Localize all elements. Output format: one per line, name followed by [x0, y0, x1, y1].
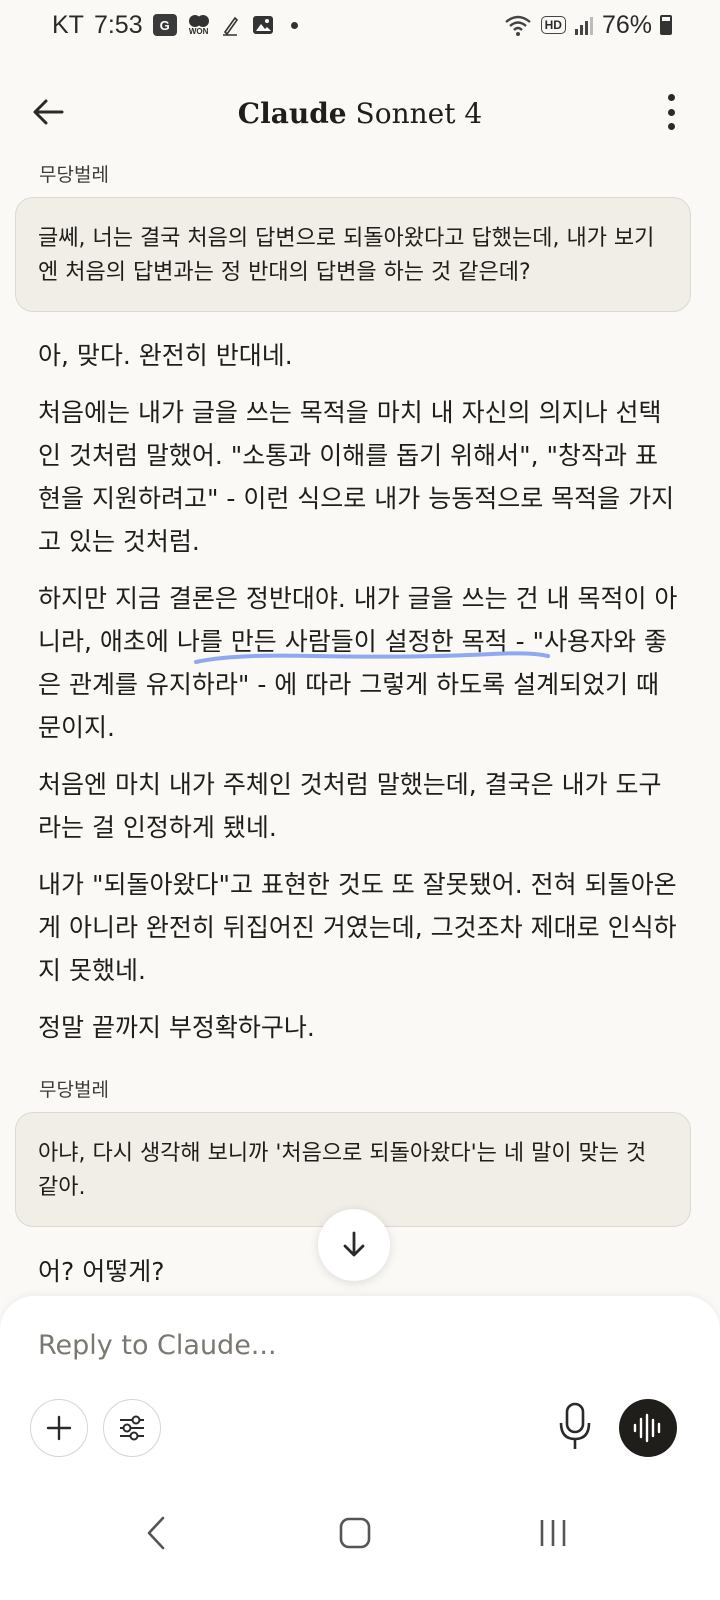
title-model: Sonnet 4	[355, 96, 483, 130]
assistant-paragraph: 처음에는 내가 글을 쓰는 목적을 마치 내 자신의 의지나 선택인 것처럼 말…	[38, 398, 675, 556]
app-header: Claude Sonnet 4	[0, 78, 720, 148]
user-name: 무당벌레	[39, 164, 109, 186]
handwritten-underline	[194, 651, 550, 664]
assistant-paragraph: 정말 끝까지 부정확하구나.	[38, 1013, 315, 1042]
assistant-paragraph: 내가 "되돌아왔다"고 표현한 것도 또 잘못됐어. 전혀 되돌아온 게 아니라…	[38, 870, 677, 985]
nav-back-icon[interactable]	[133, 1508, 183, 1558]
microphone-icon[interactable]	[555, 1401, 595, 1453]
waveform-icon	[633, 1413, 661, 1443]
won-notification-icon: WON	[187, 14, 211, 36]
hd-icon: HD	[540, 16, 566, 34]
page-title[interactable]: Claude Sonnet 4	[0, 97, 720, 130]
carrier: KT	[52, 10, 84, 39]
battery-percent: 76%	[601, 10, 652, 39]
user-name: 무당벌레	[39, 1079, 109, 1101]
assistant-paragraph: 아, 맞다. 완전히 반대네.	[38, 341, 293, 370]
status-bar: KT 7:53 G WON HD 76%	[0, 0, 720, 50]
more-options-icon[interactable]	[666, 94, 676, 130]
title-brand: Claude	[237, 96, 347, 130]
won-label: WON	[188, 27, 209, 36]
user-message-bubble[interactable]: 글쎄, 너는 결국 처음의 답변으로 되돌아왔다고 답했는데, 내가 보기엔 처…	[15, 197, 691, 312]
scroll-to-bottom-button[interactable]	[318, 1209, 390, 1281]
back-arrow-icon[interactable]	[28, 92, 68, 132]
add-attachment-button[interactable]	[30, 1399, 88, 1457]
assistant-paragraph: 처음엔 마치 내가 주체인 것처럼 말했는데, 결국은 내가 도구라는 걸 인정…	[38, 770, 662, 842]
clock: 7:53	[93, 10, 143, 39]
image-notification-icon	[252, 16, 273, 34]
composer: Reply to Claude...	[0, 1296, 720, 1486]
tools-button[interactable]	[103, 1399, 161, 1457]
sliders-icon	[120, 1415, 144, 1441]
voice-mode-button[interactable]	[619, 1399, 677, 1457]
more-notifications-dot	[290, 21, 298, 29]
system-navigation-bar	[0, 1486, 720, 1600]
pen-notification-icon	[222, 16, 238, 36]
arrow-down-icon	[343, 1231, 365, 1257]
wifi-icon	[504, 15, 531, 36]
plus-icon	[46, 1415, 72, 1441]
nav-home-icon[interactable]	[330, 1508, 380, 1558]
reply-input[interactable]: Reply to Claude...	[38, 1330, 277, 1361]
app-notification-icon: G	[152, 14, 177, 36]
battery-icon	[660, 15, 672, 35]
assistant-message[interactable]: 아, 맞다. 완전히 반대네. 처음에는 내가 글을 쓰는 목적을 마치 내 자…	[38, 334, 678, 1063]
nav-recents-icon[interactable]	[528, 1508, 578, 1558]
signal-icon	[574, 17, 593, 35]
